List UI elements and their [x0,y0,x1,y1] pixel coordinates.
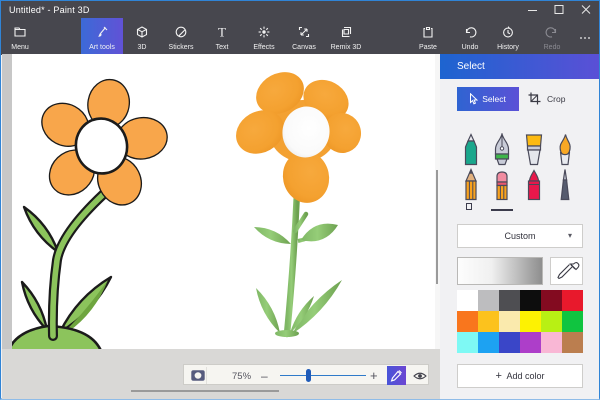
svg-text:T: T [218,25,226,39]
